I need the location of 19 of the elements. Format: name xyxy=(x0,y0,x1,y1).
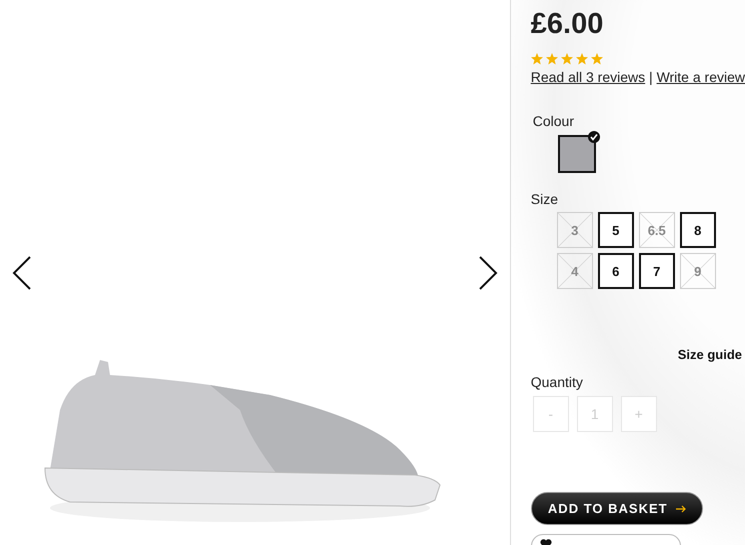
link-separator: | xyxy=(649,69,653,85)
size-option[interactable]: 8 xyxy=(680,212,716,248)
size-option[interactable]: 5 xyxy=(598,212,634,248)
star-icon xyxy=(576,53,588,65)
star-icon xyxy=(530,53,543,65)
size-option[interactable]: 6 xyxy=(598,253,634,289)
product-price: £6.00 xyxy=(530,8,604,41)
arrow-icon xyxy=(676,504,686,512)
colour-label: Colour xyxy=(532,113,575,129)
star-icon xyxy=(546,53,558,65)
read-reviews-link[interactable]: Read all 3 reviews xyxy=(530,69,646,85)
write-review-link[interactable]: Write a review xyxy=(656,69,745,85)
size-label: Size xyxy=(530,191,559,207)
quantity-label: Quantity xyxy=(530,374,584,390)
star-icon xyxy=(560,53,573,65)
size-option[interactable]: 7 xyxy=(638,253,675,289)
add-to-basket-button[interactable]: ADD TO BASKET xyxy=(530,492,703,525)
size-guide-link[interactable]: Size guide xyxy=(678,347,742,362)
star-icon xyxy=(590,53,603,65)
